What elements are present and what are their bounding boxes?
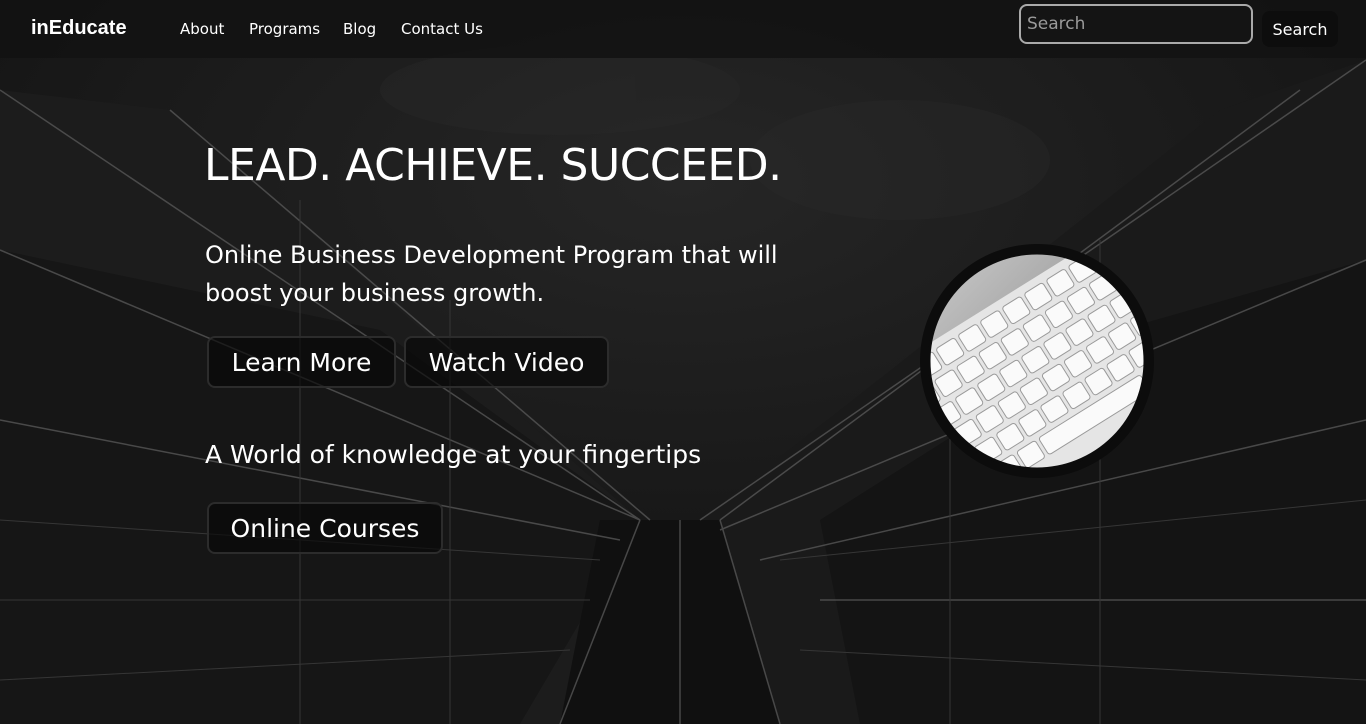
brand-logo[interactable]: inEducate	[31, 17, 127, 40]
nav-contact-us[interactable]: Contact Us	[401, 20, 483, 38]
nav-about[interactable]: About	[180, 20, 224, 38]
skyscraper-background-image	[0, 0, 1366, 724]
learn-more-button[interactable]: Learn More	[207, 336, 396, 388]
nav-blog[interactable]: Blog	[343, 20, 376, 38]
search-button[interactable]: Search	[1262, 11, 1338, 47]
hero-headline: LEAD. ACHIEVE. SUCCEED.	[204, 140, 782, 191]
hero-tagline: Online Business Development Program that…	[205, 241, 778, 307]
watch-video-button[interactable]: Watch Video	[404, 336, 609, 388]
online-courses-button[interactable]: Online Courses	[207, 502, 443, 554]
hero-subheadline: A World of knowledge at your fingertips	[205, 440, 702, 469]
navbar: inEducate About Programs Blog Contact Us…	[0, 0, 1366, 58]
nav-programs[interactable]: Programs	[249, 20, 320, 38]
search-input[interactable]	[1019, 4, 1253, 44]
keyboard-image	[920, 244, 1154, 478]
